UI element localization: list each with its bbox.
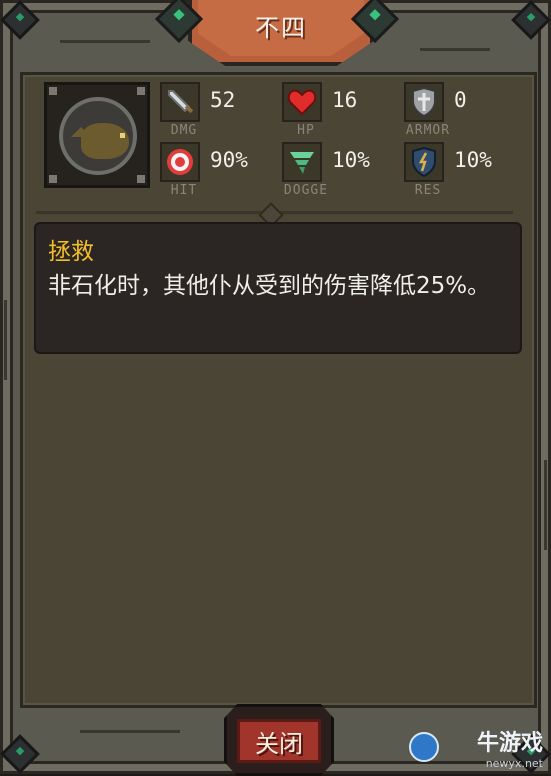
watermark: 牛游戏 newyx.net	[476, 731, 543, 770]
unit-portrait	[44, 82, 150, 188]
frame-crack	[80, 730, 180, 733]
unit-name: 不四	[255, 14, 307, 42]
title-banner: 不四	[188, 0, 374, 66]
shield-icon	[404, 82, 444, 122]
skill-name: 拯救	[48, 239, 94, 265]
tornado-icon	[282, 142, 322, 182]
frame-crack	[420, 48, 490, 51]
skill-description-box: 拯救 非石化时，其他仆从受到的伤害降低25%。	[34, 222, 522, 354]
frame-crack	[60, 40, 150, 43]
resist-shield-icon	[404, 142, 444, 182]
wolf-icon	[71, 123, 129, 159]
frame-crack	[4, 300, 7, 380]
close-button-label: 关闭	[237, 719, 321, 763]
heart-icon	[282, 82, 322, 122]
frame-crack	[544, 460, 547, 550]
newyx-logo-icon	[409, 732, 439, 762]
target-icon	[160, 142, 200, 182]
sword-icon	[160, 82, 200, 122]
close-button[interactable]: 关闭	[224, 704, 334, 776]
skill-description: 非石化时，其他仆从受到的伤害降低25%。	[48, 273, 491, 299]
